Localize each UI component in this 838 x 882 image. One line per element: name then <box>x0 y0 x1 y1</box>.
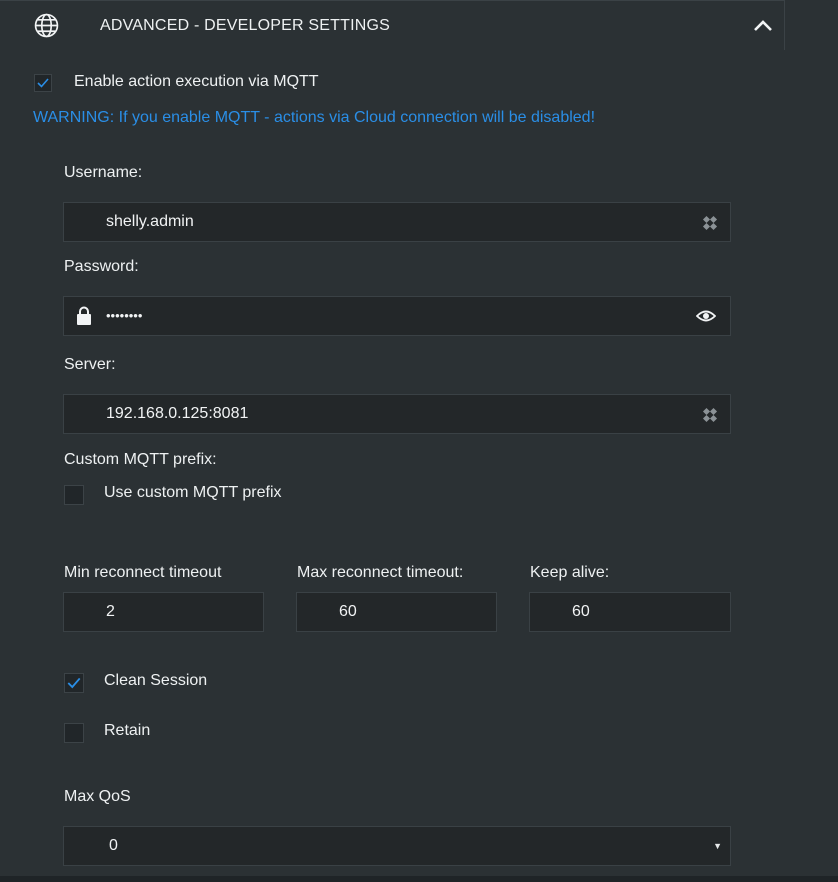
password-input[interactable]: •••••••• <box>63 296 731 336</box>
min-reconnect-label: Min reconnect timeout <box>64 564 222 581</box>
max-qos-value: 0 <box>109 837 118 854</box>
custom-prefix-label: Custom MQTT prefix: <box>64 451 217 468</box>
username-label: Username: <box>64 164 143 181</box>
retain-checkbox[interactable] <box>64 723 84 743</box>
server-value: 192.168.0.125:8081 <box>106 405 249 422</box>
chevron-up-icon[interactable] <box>752 15 774 37</box>
keep-alive-input[interactable]: 60 <box>529 592 731 632</box>
password-value: •••••••• <box>106 308 143 323</box>
eye-icon[interactable] <box>696 309 716 323</box>
section-title: ADVANCED - DEVELOPER SETTINGS <box>100 17 391 34</box>
globe-icon <box>34 13 59 38</box>
checkmark-icon <box>67 677 81 689</box>
custom-prefix-checkbox-label: Use custom MQTT prefix <box>104 484 282 501</box>
max-reconnect-value: 60 <box>339 603 357 620</box>
bottom-divider <box>0 876 838 882</box>
custom-prefix-checkbox[interactable] <box>64 485 84 505</box>
lock-icon <box>77 306 91 325</box>
section-header[interactable]: ADVANCED - DEVELOPER SETTINGS <box>0 0 785 50</box>
server-input[interactable]: 192.168.0.125:8081 <box>63 394 731 434</box>
keep-alive-label: Keep alive: <box>530 564 610 581</box>
password-label: Password: <box>64 258 139 275</box>
clean-session-checkbox[interactable] <box>64 673 84 693</box>
retain-label: Retain <box>104 722 151 739</box>
max-reconnect-input[interactable]: 60 <box>296 592 497 632</box>
min-reconnect-value: 2 <box>106 603 115 620</box>
max-qos-select[interactable]: 0 ▼ <box>63 826 731 866</box>
mqtt-warning: WARNING: If you enable MQTT - actions vi… <box>33 109 596 126</box>
max-qos-label: Max QoS <box>64 788 131 805</box>
dropdown-arrow-icon: ▼ <box>713 841 722 851</box>
min-reconnect-input[interactable]: 2 <box>63 592 264 632</box>
checkmark-icon <box>37 78 49 88</box>
clean-session-label: Clean Session <box>104 672 208 689</box>
username-input[interactable]: shelly.admin <box>63 202 731 242</box>
username-value: shelly.admin <box>106 213 194 230</box>
autofill-icon[interactable] <box>702 407 718 423</box>
enable-mqtt-label: Enable action execution via MQTT <box>74 73 319 90</box>
keep-alive-value: 60 <box>572 603 590 620</box>
autofill-icon[interactable] <box>702 215 718 231</box>
max-reconnect-label: Max reconnect timeout: <box>297 564 464 581</box>
server-label: Server: <box>64 356 116 373</box>
enable-mqtt-checkbox[interactable] <box>34 74 52 92</box>
